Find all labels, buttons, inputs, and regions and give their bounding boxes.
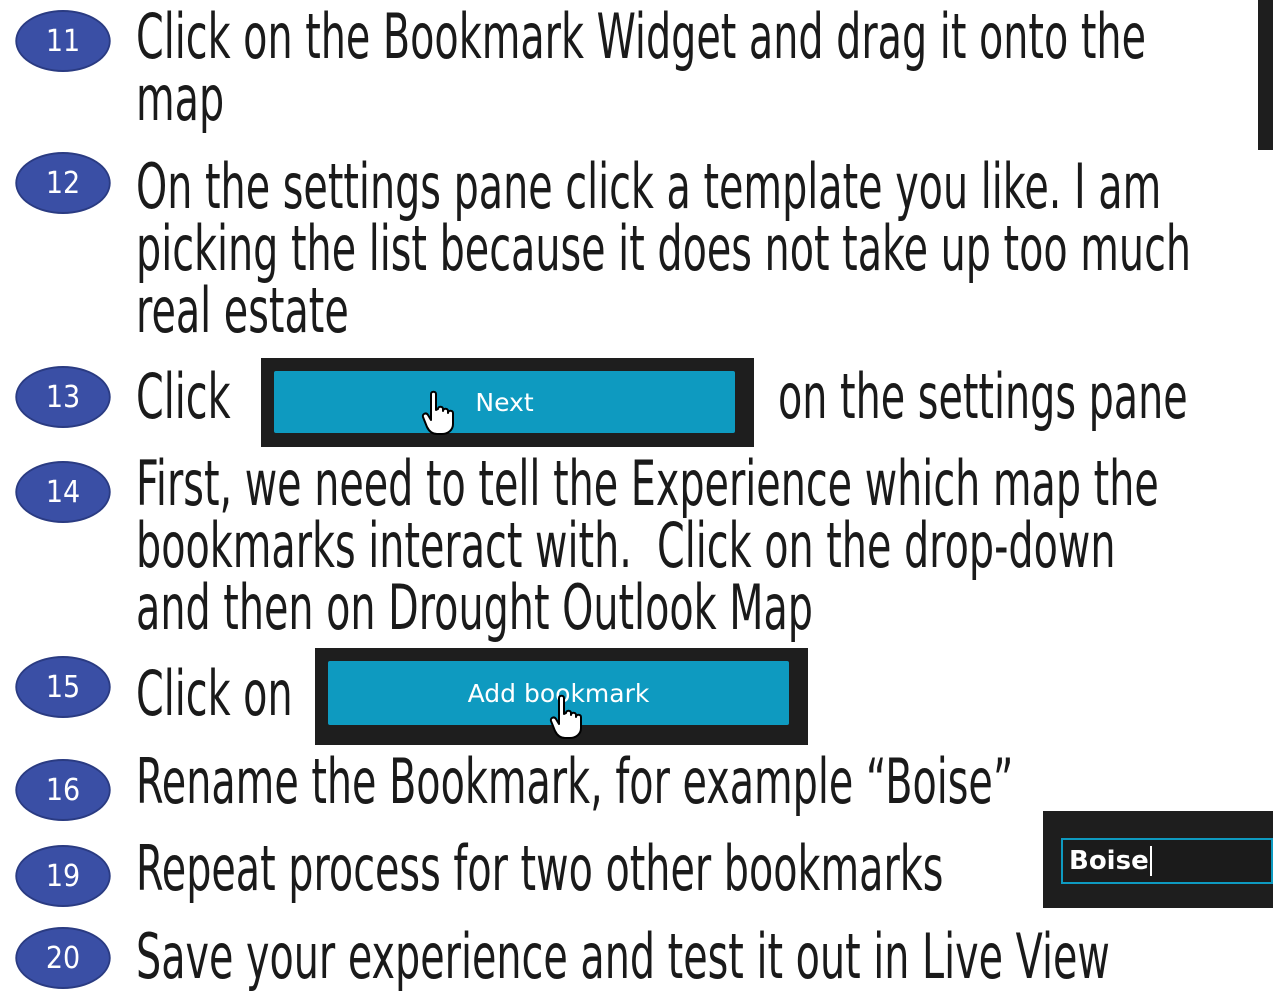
step-badge-16: 16	[15, 759, 111, 821]
screenshot-fragment	[1258, 0, 1273, 150]
add-bookmark-button-screenshot: Add bookmark	[315, 648, 808, 745]
bookmark-name-input[interactable]: Boise	[1061, 838, 1273, 884]
step-badge-20: 20	[15, 927, 111, 989]
step-text-13-before: Click	[136, 360, 231, 433]
step-text-13-after: on the settings pane	[778, 360, 1188, 433]
step-badge-13: 13	[15, 366, 111, 428]
step-text-19: Repeat process for two other bookmarks	[136, 832, 944, 905]
step-text-11: Click on the Bookmark Widget and drag it…	[136, 6, 1146, 130]
bookmark-name-value: Boise	[1069, 846, 1149, 876]
step-text-14-line-2: bookmarks interact with. Click on the dr…	[136, 509, 1116, 582]
step-badge-11: 11	[15, 10, 111, 72]
next-button-screenshot: Next	[261, 358, 754, 447]
step-text-15-before: Click on	[136, 657, 293, 730]
step-text-12-line-1: On the settings pane click a template yo…	[136, 150, 1162, 223]
next-button[interactable]: Next	[274, 371, 735, 433]
step-text-16: Rename the Bookmark, for example “Boise”	[136, 745, 1014, 818]
step-text-11-line-1: Click on the Bookmark Widget and drag it…	[136, 0, 1146, 73]
step-text-12-line-2: picking the list because it does not tak…	[136, 212, 1192, 285]
step-badge-19: 19	[15, 845, 111, 907]
step-badge-14: 14	[15, 461, 111, 523]
step-text-20: Save your experience and test it out in …	[136, 920, 1110, 993]
bookmark-name-screenshot: Boise	[1043, 811, 1273, 908]
hand-pointer-icon	[421, 390, 454, 435]
step-text-11-line-2: map	[136, 62, 225, 135]
step-text-14-line-3: and then on Drought Outlook Map	[136, 571, 813, 644]
step-text-12: On the settings pane click a template yo…	[136, 156, 1191, 342]
hand-pointer-icon	[549, 694, 582, 739]
step-text-14-line-1: First, we need to tell the Experience wh…	[136, 447, 1159, 520]
step-text-14: First, we need to tell the Experience wh…	[136, 453, 1159, 639]
step-text-12-line-3: real estate	[136, 274, 349, 347]
step-badge-12: 12	[15, 152, 111, 214]
step-badge-15: 15	[15, 656, 111, 718]
text-caret	[1149, 846, 1152, 876]
